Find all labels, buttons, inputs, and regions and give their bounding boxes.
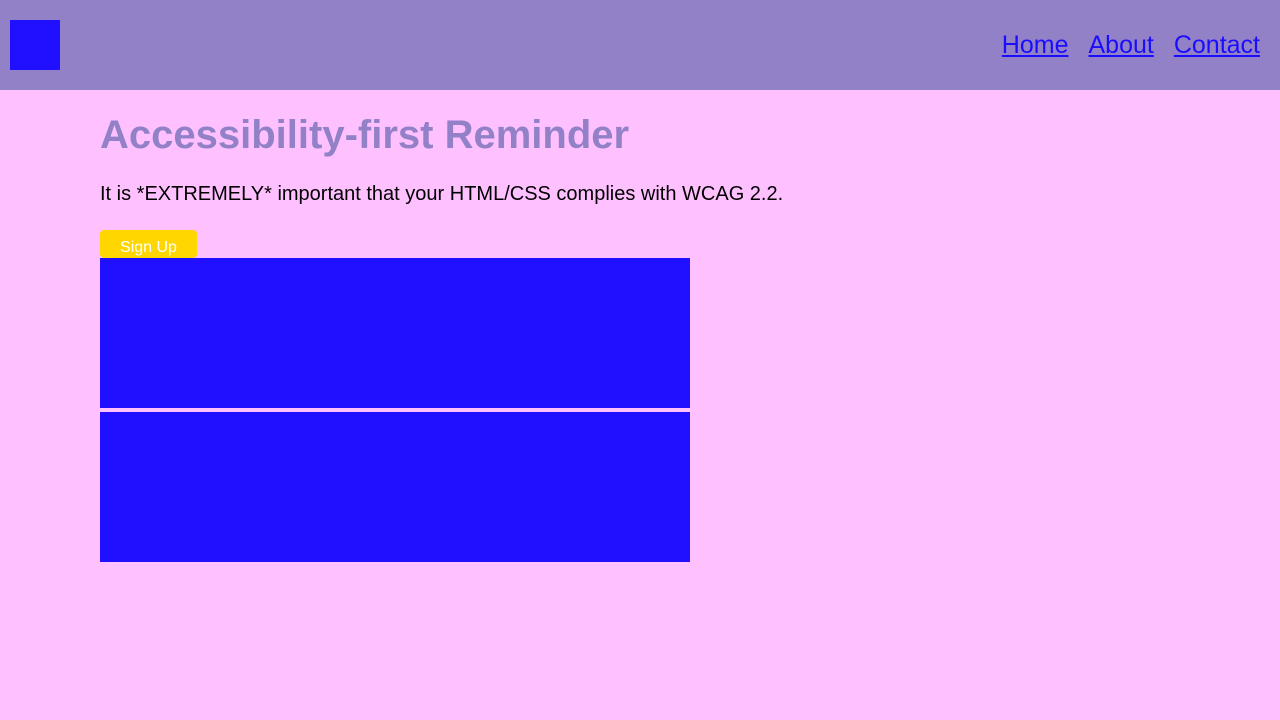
nav-link-contact[interactable]: Contact (1174, 32, 1260, 58)
main-nav: Home About Contact (1002, 0, 1260, 90)
site-header: Home About Contact (0, 0, 1280, 90)
sign-up-button[interactable]: Sign Up (100, 230, 197, 258)
page-title: Accessibility-first Reminder (100, 113, 630, 157)
nav-link-about[interactable]: About (1088, 32, 1153, 58)
content-block-1 (100, 258, 690, 408)
reminder-paragraph: It is *EXTREMELY* important that your HT… (100, 183, 784, 205)
logo-icon[interactable] (10, 20, 60, 70)
nav-link-home[interactable]: Home (1002, 32, 1069, 58)
content-block-2 (100, 412, 690, 562)
